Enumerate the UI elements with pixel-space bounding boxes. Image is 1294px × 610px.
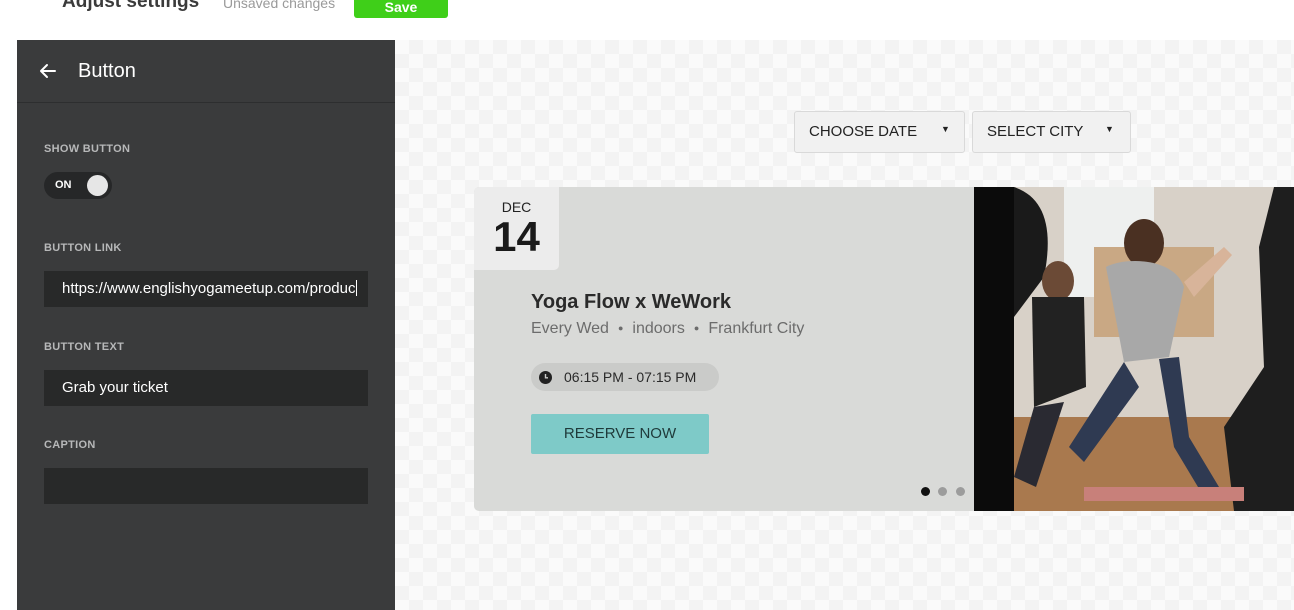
button-text-input[interactable]: Grab your ticket xyxy=(44,370,368,406)
date-badge: DEC 14 xyxy=(474,187,559,270)
caption-label: CAPTION xyxy=(44,439,96,451)
event-card: DEC 14 Yoga Flow x WeWork Every Wed ● indo… xyxy=(474,187,1294,511)
event-time: 06:15 PM - 07:15 PM xyxy=(531,363,719,391)
text-caret xyxy=(355,280,357,296)
caret-down-icon: ▼ xyxy=(941,124,950,134)
date-day: 14 xyxy=(493,213,540,260)
button-text-label: BUTTON TEXT xyxy=(44,341,125,353)
preview-canvas: CHOOSE DATE ▼ SELECT CITY ▼ DEC 14 Yoga … xyxy=(395,40,1294,610)
event-title: Yoga Flow x WeWork xyxy=(531,291,732,313)
event-time-text: 06:15 PM - 07:15 PM xyxy=(564,369,697,385)
separator-dot: ● xyxy=(617,323,624,333)
top-bar: Adjust settings Unsaved changes Save xyxy=(0,0,1294,40)
choose-date-label: CHOOSE DATE xyxy=(809,123,918,140)
separator-dot: ● xyxy=(693,323,700,333)
page-title: Adjust settings xyxy=(62,0,200,12)
save-button[interactable]: Save xyxy=(354,0,448,18)
select-city-dropdown[interactable]: SELECT CITY ▼ xyxy=(972,111,1131,153)
toggle-state-text: ON xyxy=(55,179,72,191)
unsaved-status: Unsaved changes xyxy=(223,0,336,11)
button-link-value: https://www.englishyogameetup.com/produc xyxy=(62,280,356,297)
slide-dot[interactable] xyxy=(956,487,965,496)
toggle-knob xyxy=(87,175,108,196)
event-city: Frankfurt City xyxy=(708,320,805,337)
left-edge xyxy=(0,40,17,610)
reserve-now-button[interactable]: RESERVE NOW xyxy=(531,414,709,454)
select-city-label: SELECT CITY xyxy=(987,123,1084,140)
button-link-input[interactable]: https://www.englishyogameetup.com/produc xyxy=(44,271,368,307)
event-frequency: Every Wed xyxy=(531,320,609,337)
button-text-value: Grab your ticket xyxy=(62,379,168,396)
slide-dot[interactable] xyxy=(938,487,947,496)
sidebar-title: Button xyxy=(78,60,136,82)
slide-dot[interactable] xyxy=(921,487,930,496)
event-photo xyxy=(974,187,1294,511)
choose-date-dropdown[interactable]: CHOOSE DATE ▼ xyxy=(794,111,965,153)
show-button-label: SHOW BUTTON xyxy=(44,143,131,155)
button-link-label: BUTTON LINK xyxy=(44,242,122,254)
clock-icon xyxy=(539,371,552,384)
show-button-toggle[interactable]: ON xyxy=(44,172,112,199)
caret-down-icon: ▼ xyxy=(1105,124,1114,134)
back-arrow-icon[interactable] xyxy=(37,60,59,82)
yoga-class-image xyxy=(974,187,1294,511)
event-setting: indoors xyxy=(632,320,685,337)
settings-sidebar: Button SHOW BUTTON ON BUTTON LINK https:… xyxy=(17,40,395,610)
caption-input[interactable] xyxy=(44,468,368,504)
sidebar-header: Button xyxy=(17,40,395,103)
event-meta: Every Wed ● indoors ● Frankfurt City xyxy=(531,320,804,338)
